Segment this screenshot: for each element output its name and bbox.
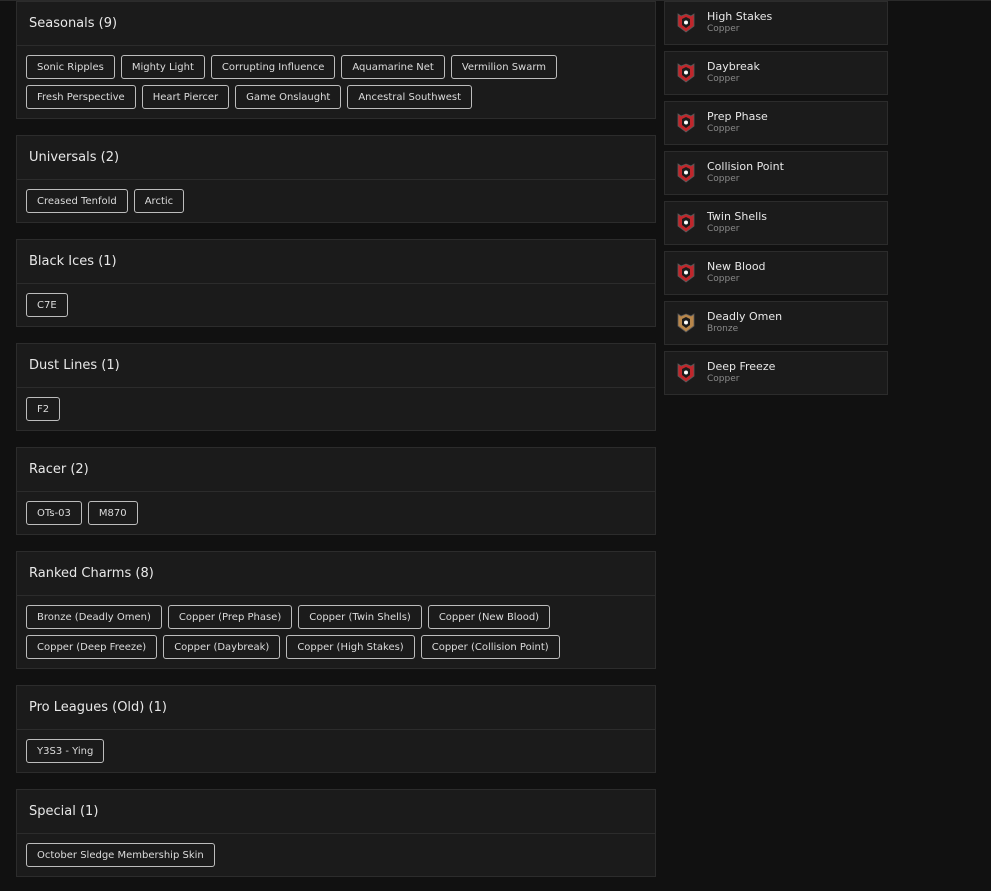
item-chip[interactable]: Copper (New Blood)	[427, 605, 551, 629]
charm-list: High Stakes Copper Daybreak Copper Prep Phas…	[664, 1, 888, 401]
section-items: OTs-03 M870	[17, 492, 655, 534]
item-chip[interactable]: Copper (High Stakes)	[286, 635, 415, 659]
category-section: Ranked Charms (8) Bronze (Deadly Omen) Cop…	[16, 551, 656, 669]
item-chip[interactable]: F2	[26, 397, 61, 421]
page: Seasonals (9) Sonic Ripples Mighty Light Co…	[0, 0, 991, 891]
charm-item[interactable]: Collision Point Copper	[664, 151, 888, 195]
category-section: Universals (2) Creased Tenfold Arctic	[16, 135, 656, 223]
item-chip[interactable]: Game Onslaught	[235, 85, 342, 109]
item-chip[interactable]: Vermilion Swarm	[450, 55, 558, 79]
copper-rank-icon	[677, 363, 695, 383]
item-chip[interactable]: Ancestral Southwest	[347, 85, 473, 109]
item-chip[interactable]: Corrupting Influence	[210, 55, 336, 79]
category-section: Pro Leagues (Old) (1) Y3S3 - Ying	[16, 685, 656, 773]
section-items: October Sledge Membership Skin	[17, 834, 655, 876]
charm-tier: Copper	[707, 374, 740, 384]
collection-sections: Seasonals (9) Sonic Ripples Mighty Light Co…	[16, 1, 656, 891]
item-chip[interactable]: Bronze (Deadly Omen)	[26, 605, 162, 629]
charm-tier: Copper	[707, 74, 740, 84]
copper-rank-icon	[677, 163, 695, 183]
copper-rank-icon	[677, 13, 695, 33]
section-title: Ranked Charms (8)	[17, 552, 655, 596]
item-chip[interactable]: Copper (Prep Phase)	[167, 605, 293, 629]
charm-tier: Copper	[707, 124, 740, 134]
charm-item[interactable]: Daybreak Copper	[664, 51, 888, 95]
section-title: Racer (2)	[17, 448, 655, 492]
charm-item[interactable]: Deadly Omen Bronze	[664, 301, 888, 345]
charm-item[interactable]: Twin Shells Copper	[664, 201, 888, 245]
section-title: Dust Lines (1)	[17, 344, 655, 388]
copper-rank-icon	[677, 63, 695, 83]
item-chip[interactable]: Mighty Light	[120, 55, 205, 79]
charm-text: Twin Shells Copper	[707, 210, 767, 236]
item-chip[interactable]: October Sledge Membership Skin	[26, 843, 215, 867]
item-chip[interactable]: Sonic Ripples	[26, 55, 115, 79]
charm-item[interactable]: Prep Phase Copper	[664, 101, 888, 145]
charm-item[interactable]: High Stakes Copper	[664, 1, 888, 45]
section-items: Sonic Ripples Mighty Light Corrupting Infl…	[17, 46, 655, 118]
copper-rank-icon	[677, 113, 695, 133]
item-chip[interactable]: Heart Piercer	[141, 85, 230, 109]
charm-tier: Bronze	[707, 324, 739, 334]
section-title: Universals (2)	[17, 136, 655, 180]
item-chip[interactable]: M870	[87, 501, 138, 525]
charm-name: Daybreak	[707, 60, 760, 73]
item-chip[interactable]: Copper (Collision Point)	[420, 635, 560, 659]
section-items: Bronze (Deadly Omen) Copper (Prep Phase) C…	[17, 596, 655, 668]
charm-text: New Blood Copper	[707, 260, 766, 286]
category-section: Black Ices (1) C7E	[16, 239, 656, 327]
section-title: Special (1)	[17, 790, 655, 834]
charm-tier: Copper	[707, 174, 740, 184]
charm-name: Twin Shells	[707, 210, 767, 223]
item-chip[interactable]: Copper (Twin Shells)	[298, 605, 422, 629]
item-chip[interactable]: Copper (Daybreak)	[163, 635, 281, 659]
item-chip[interactable]: Copper (Deep Freeze)	[26, 635, 158, 659]
charm-text: Prep Phase Copper	[707, 110, 768, 136]
copper-rank-icon	[677, 213, 695, 233]
item-chip[interactable]: OTs-03	[26, 501, 82, 525]
charm-name: Deadly Omen	[707, 310, 783, 323]
item-chip[interactable]: C7E	[26, 293, 68, 317]
category-section: Special (1) October Sledge Membership Ski…	[16, 789, 656, 877]
charm-name: New Blood	[707, 260, 766, 273]
section-title: Seasonals (9)	[17, 2, 655, 46]
item-chip[interactable]: Arctic	[133, 189, 185, 213]
item-chip[interactable]: Fresh Perspective	[26, 85, 136, 109]
section-items: C7E	[17, 284, 655, 326]
charm-name: Collision Point	[707, 160, 784, 173]
charm-tier: Copper	[707, 24, 740, 34]
category-section: Seasonals (9) Sonic Ripples Mighty Light Co…	[16, 1, 656, 119]
section-items: F2	[17, 388, 655, 430]
charm-name: Prep Phase	[707, 110, 768, 123]
item-chip[interactable]: Y3S3 - Ying	[26, 739, 105, 763]
section-title: Pro Leagues (Old) (1)	[17, 686, 655, 730]
item-chip[interactable]: Creased Tenfold	[26, 189, 128, 213]
section-items: Y3S3 - Ying	[17, 730, 655, 772]
charm-tier: Copper	[707, 274, 740, 284]
section-items: Creased Tenfold Arctic	[17, 180, 655, 222]
charm-tier: Copper	[707, 224, 740, 234]
charm-name: Deep Freeze	[707, 360, 776, 373]
category-section: Racer (2) OTs-03 M870	[16, 447, 656, 535]
charm-item[interactable]: Deep Freeze Copper	[664, 351, 888, 395]
item-chip[interactable]: Aquamarine Net	[341, 55, 445, 79]
category-section: Dust Lines (1) F2	[16, 343, 656, 431]
charm-text: Deep Freeze Copper	[707, 360, 775, 386]
charm-text: High Stakes Copper	[707, 10, 772, 36]
bronze-rank-icon	[677, 313, 695, 333]
copper-rank-icon	[677, 263, 695, 283]
section-title: Black Ices (1)	[17, 240, 655, 284]
charm-name: High Stakes	[707, 10, 773, 23]
charm-text: Daybreak Copper	[707, 60, 760, 86]
charm-item[interactable]: New Blood Copper	[664, 251, 888, 295]
charm-text: Deadly Omen Bronze	[707, 310, 782, 336]
charm-text: Collision Point Copper	[707, 160, 784, 186]
